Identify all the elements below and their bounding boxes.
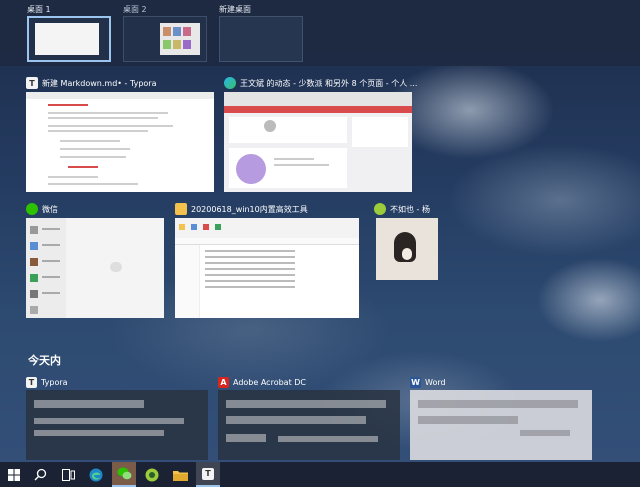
search-icon[interactable] bbox=[28, 462, 52, 487]
window-title: 微信 bbox=[42, 204, 58, 214]
window-title: 20200618_win10内置高效工具 bbox=[191, 204, 308, 214]
timeline-item-typora[interactable]: T Typora bbox=[26, 376, 208, 460]
virtual-desktops-bar: 桌面 1 桌面 2 新建桌面 bbox=[0, 0, 640, 66]
typora-preview bbox=[26, 92, 214, 192]
desktop-2-label: 桌面 2 bbox=[123, 5, 147, 14]
timeline-card bbox=[410, 390, 592, 460]
wechat-preview bbox=[26, 218, 164, 318]
window-music[interactable]: 不如也 - 杨 bbox=[374, 202, 446, 282]
timeline-item-acrobat[interactable]: A Adobe Acrobat DC bbox=[218, 376, 400, 460]
file-explorer-icon[interactable] bbox=[168, 462, 192, 487]
album-cover bbox=[376, 218, 438, 280]
window-browser[interactable]: 王文斌 的动态 - 少数派 和另外 8 个页面 - 个人 ... bbox=[224, 76, 418, 194]
word-icon: W bbox=[410, 377, 421, 388]
new-desktop-label: 新建桌面 bbox=[219, 5, 251, 14]
timeline-app-name: Word bbox=[425, 378, 446, 387]
wechat-icon bbox=[26, 203, 38, 215]
new-desktop-button[interactable] bbox=[219, 16, 303, 62]
desktop-2-thumbnail[interactable] bbox=[123, 16, 207, 62]
folder-icon bbox=[175, 203, 187, 215]
edge-icon[interactable] bbox=[84, 462, 108, 487]
typora-icon: T bbox=[26, 377, 37, 388]
edge-icon bbox=[224, 77, 236, 89]
explorer-preview bbox=[175, 218, 359, 318]
desktop-1-thumbnail[interactable] bbox=[27, 16, 111, 62]
desktop-1-label: 桌面 1 bbox=[27, 5, 51, 14]
music-icon[interactable] bbox=[140, 462, 164, 487]
window-title: 不如也 - 杨 bbox=[390, 204, 430, 214]
window-title: 新建 Markdown.md• - Typora bbox=[42, 78, 157, 88]
music-icon bbox=[374, 203, 386, 215]
typora-icon: T bbox=[26, 77, 38, 89]
window-file-explorer[interactable]: 20200618_win10内置高效工具 bbox=[175, 202, 361, 320]
browser-preview bbox=[224, 92, 412, 192]
wechat-icon[interactable] bbox=[112, 462, 136, 487]
acrobat-icon: A bbox=[218, 377, 229, 388]
window-title: 王文斌 的动态 - 少数派 和另外 8 个页面 - 个人 ... bbox=[240, 78, 418, 88]
timeline-section-title: 今天内 bbox=[28, 354, 61, 367]
taskbar: T bbox=[0, 462, 640, 487]
timeline-item-word[interactable]: W Word bbox=[410, 376, 592, 460]
window-typora[interactable]: T 新建 Markdown.md• - Typora bbox=[26, 76, 216, 194]
timeline-app-name: Adobe Acrobat DC bbox=[233, 378, 306, 387]
window-wechat[interactable]: 微信 bbox=[26, 202, 166, 320]
task-view-icon[interactable] bbox=[56, 462, 80, 487]
timeline-card bbox=[218, 390, 400, 460]
typora-icon[interactable]: T bbox=[196, 462, 220, 487]
timeline-card bbox=[26, 390, 208, 460]
timeline-app-name: Typora bbox=[41, 378, 68, 387]
windows-start-icon[interactable] bbox=[2, 462, 26, 487]
